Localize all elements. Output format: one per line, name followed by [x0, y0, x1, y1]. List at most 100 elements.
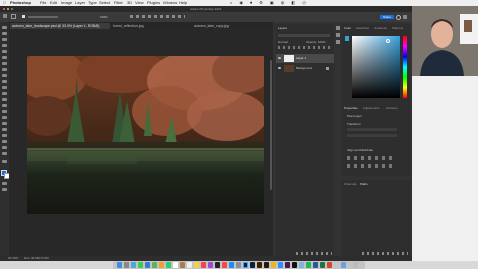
minimize-window-icon[interactable]	[7, 8, 9, 10]
pen-tool-icon[interactable]	[2, 122, 7, 125]
healing-brush-tool-icon[interactable]	[2, 74, 7, 77]
auto-select-checkbox[interactable]	[22, 15, 25, 18]
brush-tool-icon[interactable]	[2, 80, 7, 83]
close-window-icon[interactable]	[3, 8, 5, 10]
trash-icon[interactable]	[353, 262, 358, 268]
search-icon[interactable]	[396, 15, 401, 20]
more-tools-icon[interactable]	[2, 160, 7, 163]
reminders-icon[interactable]	[187, 262, 192, 268]
bridge-icon[interactable]	[264, 262, 269, 268]
eyedropper-tool-icon[interactable]	[2, 68, 7, 71]
history-brush-tool-icon[interactable]	[2, 92, 7, 95]
layers-panel-title[interactable]: Layers	[278, 26, 287, 30]
shape-tool-icon[interactable]	[2, 140, 7, 143]
zoom-tool-icon[interactable]	[2, 152, 7, 155]
zoom-level[interactable]: 100%	[100, 15, 108, 19]
facetime-icon[interactable]	[166, 262, 171, 268]
status-zoom[interactable]: 33.33%	[8, 256, 18, 260]
preview-icon[interactable]	[299, 262, 304, 268]
tab-properties[interactable]: Properties	[344, 106, 358, 110]
visibility-eye-icon[interactable]	[278, 67, 281, 69]
tv-icon[interactable]	[215, 262, 220, 268]
messages-icon[interactable]	[138, 262, 143, 268]
news-icon[interactable]	[222, 262, 227, 268]
screen-mode-icon[interactable]	[2, 188, 7, 191]
podcasts-icon[interactable]	[208, 262, 213, 268]
notes-icon[interactable]	[194, 262, 199, 268]
workspace-icon[interactable]	[403, 15, 407, 19]
layer-row-1[interactable]: Layer 1	[276, 54, 334, 63]
frame-tool-icon[interactable]	[2, 62, 7, 65]
downloads-icon[interactable]	[341, 262, 346, 268]
quick-select-tool-icon[interactable]	[2, 50, 7, 53]
spotify-icon[interactable]	[306, 262, 311, 268]
launchpad-icon[interactable]	[124, 262, 129, 268]
finder-icon[interactable]	[117, 262, 122, 268]
tab-gradients[interactable]: Gradients	[374, 26, 387, 30]
contacts-icon[interactable]	[180, 262, 185, 268]
safari-icon[interactable]	[131, 262, 136, 268]
marquee-tool-icon[interactable]	[2, 38, 7, 41]
color-icon[interactable]	[336, 33, 340, 37]
tab-adjustments[interactable]: Adjustments	[363, 106, 380, 110]
tab-color[interactable]: Color	[344, 26, 351, 30]
opacity-field[interactable]: Opacity: 100%	[306, 40, 326, 44]
visibility-eye-icon[interactable]	[278, 57, 281, 59]
excel-icon[interactable]	[320, 262, 325, 268]
lightroom-icon[interactable]	[250, 262, 255, 268]
color-picker-marker[interactable]	[386, 39, 390, 43]
transform-section-title[interactable]: Transform	[347, 122, 361, 126]
artboard-tool-icon[interactable]	[2, 32, 7, 35]
lock-controls[interactable]	[278, 46, 330, 49]
blur-tool-icon[interactable]	[2, 110, 7, 113]
home-icon[interactable]	[3, 14, 7, 18]
photoshop-icon[interactable]	[243, 262, 248, 268]
tab-patterns[interactable]: Patterns	[392, 26, 403, 30]
move-tool-icon[interactable]	[2, 26, 7, 29]
chrome-icon[interactable]	[271, 262, 276, 268]
word-icon[interactable]	[313, 262, 318, 268]
dodge-tool-icon[interactable]	[2, 116, 7, 119]
layer-filter-bar[interactable]	[278, 34, 330, 37]
tab-libraries[interactable]: Libraries	[386, 106, 398, 110]
tab-channels[interactable]: Channels	[344, 182, 357, 186]
photos-icon[interactable]	[159, 262, 164, 268]
layers-footer-icons[interactable]	[296, 252, 332, 255]
system-settings-icon[interactable]	[236, 262, 241, 268]
path-select-tool-icon[interactable]	[2, 134, 7, 137]
color-picker-field[interactable]	[352, 36, 400, 98]
transform-fields[interactable]	[347, 128, 397, 140]
illustrator-icon[interactable]	[257, 262, 262, 268]
document-canvas-image[interactable]	[27, 56, 264, 214]
crop-tool-icon[interactable]	[2, 56, 7, 59]
terminal-icon[interactable]	[292, 262, 297, 268]
distribute-buttons[interactable]	[347, 164, 395, 168]
hand-tool-icon[interactable]	[2, 146, 7, 149]
tab-swatches[interactable]: Swatches	[356, 26, 369, 30]
blend-mode-select[interactable]: Normal	[278, 40, 288, 44]
history-icon[interactable]	[336, 26, 340, 30]
music-icon[interactable]	[201, 262, 206, 268]
tab-paths[interactable]: Paths	[360, 182, 368, 186]
hue-slider[interactable]	[403, 36, 407, 98]
app-store-icon[interactable]	[229, 262, 234, 268]
align-section-title[interactable]: Align and Distribute	[347, 148, 373, 152]
gradient-tool-icon[interactable]	[2, 104, 7, 107]
canvas-scrollbar[interactable]	[270, 60, 272, 190]
quick-mask-icon[interactable]	[2, 182, 7, 185]
align-buttons[interactable]	[347, 156, 395, 160]
zoom-icon[interactable]	[278, 262, 283, 268]
current-color-swatch[interactable]	[345, 36, 349, 41]
lasso-tool-icon[interactable]	[2, 44, 7, 47]
clone-stamp-tool-icon[interactable]	[2, 86, 7, 89]
move-tool-icon[interactable]	[11, 14, 16, 19]
share-button[interactable]: Share	[380, 15, 395, 19]
slack-icon[interactable]	[285, 262, 290, 268]
calendar-icon[interactable]	[173, 262, 178, 268]
panel-footer-icons[interactable]	[362, 252, 408, 255]
powerpoint-icon[interactable]	[327, 262, 332, 268]
adjustments-icon[interactable]	[336, 40, 340, 44]
eraser-tool-icon[interactable]	[2, 98, 7, 101]
maps-icon[interactable]	[152, 262, 157, 268]
maximize-window-icon[interactable]	[11, 8, 13, 10]
